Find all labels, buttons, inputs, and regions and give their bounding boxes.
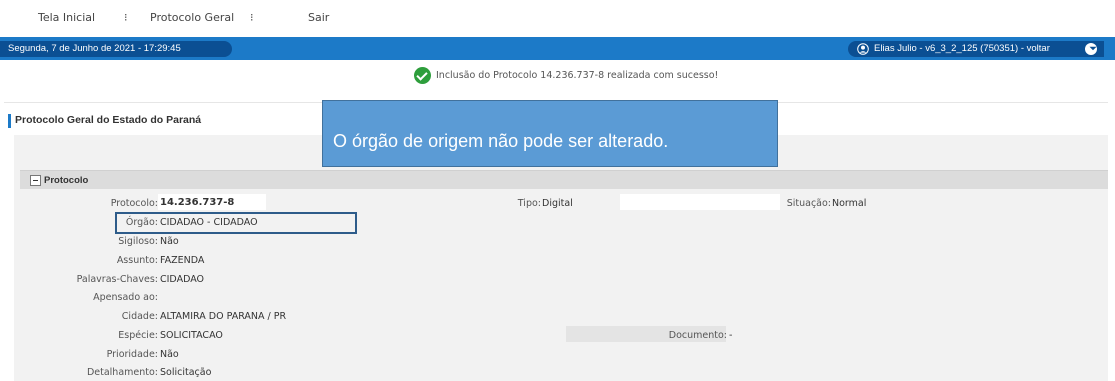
label-detalhamento: Detalhamento: [86,367,158,378]
page-title: Protocolo Geral do Estado do Paraná [8,114,201,128]
value-cidade: ALTAMIRA DO PARANA / PR [160,311,287,322]
value-prioridade: Não [160,349,179,360]
label-palavras-chaves: Palavras-Chaves: [76,274,158,285]
value-tipo: Digital [542,198,573,209]
user-icon [857,43,869,55]
success-message: Inclusão do Protocolo 14.236.737-8 reali… [436,70,719,81]
check-circle-icon [414,67,431,84]
section-header-protocolo[interactable]: Protocolo [20,170,1108,189]
user-pill: Elias Julio - v6_3_2_125 (750351) - volt… [848,41,1104,57]
label-protocolo: Protocolo: [110,198,158,209]
nav-tela-inicial[interactable]: Tela Inicial [38,11,95,24]
nav-separator: ⁝ [124,11,128,24]
label-cidade: Cidade: [121,311,158,322]
info-callout: O órgão de origem não pode ser alterado. [322,100,778,167]
callout-text: O órgão de origem não pode ser alterado. [333,131,669,151]
top-nav: Tela Inicial ⁝ Protocolo Geral ⁝ Sair [0,0,1115,30]
label-especie: Espécie: [118,330,158,341]
label-assunto: Assunto: [116,255,158,266]
label-tipo: Tipo: [517,198,541,209]
user-info[interactable]: Elias Julio - v6_3_2_125 (750351) - volt… [874,43,1050,54]
value-sigiloso: Não [160,236,179,247]
label-prioridade: Prioridade: [106,349,158,360]
value-detalhamento: Solicitação [160,367,212,378]
label-sigiloso: Sigiloso: [118,236,158,247]
nav-separator: ⁝ [250,11,254,24]
label-apensado: Apensado ao: [93,292,158,303]
nav-protocolo-geral[interactable]: Protocolo Geral [150,11,234,24]
date-text: Segunda, 7 de Junho de 2021 - 17:29:45 [8,43,181,54]
nav-sair[interactable]: Sair [308,11,329,24]
label-documento: Documento: [668,330,727,341]
label-situacao: Situação: [786,198,831,209]
value-cell-bg [620,194,780,210]
value-especie: SOLICITACAO [160,330,223,341]
voltar-icon[interactable] [1085,43,1097,55]
value-assunto: FAZENDA [160,255,205,266]
value-documento: - [729,330,733,341]
value-protocolo: 14.236.737-8 [160,197,235,208]
orgao-highlight-box [115,212,357,234]
collapse-icon[interactable] [30,175,41,186]
section-title: Protocolo [44,175,89,186]
value-situacao: Normal [832,198,867,209]
value-palavras-chaves: CIDADAO [160,274,205,285]
date-pill: Segunda, 7 de Junho de 2021 - 17:29:45 [0,41,232,57]
